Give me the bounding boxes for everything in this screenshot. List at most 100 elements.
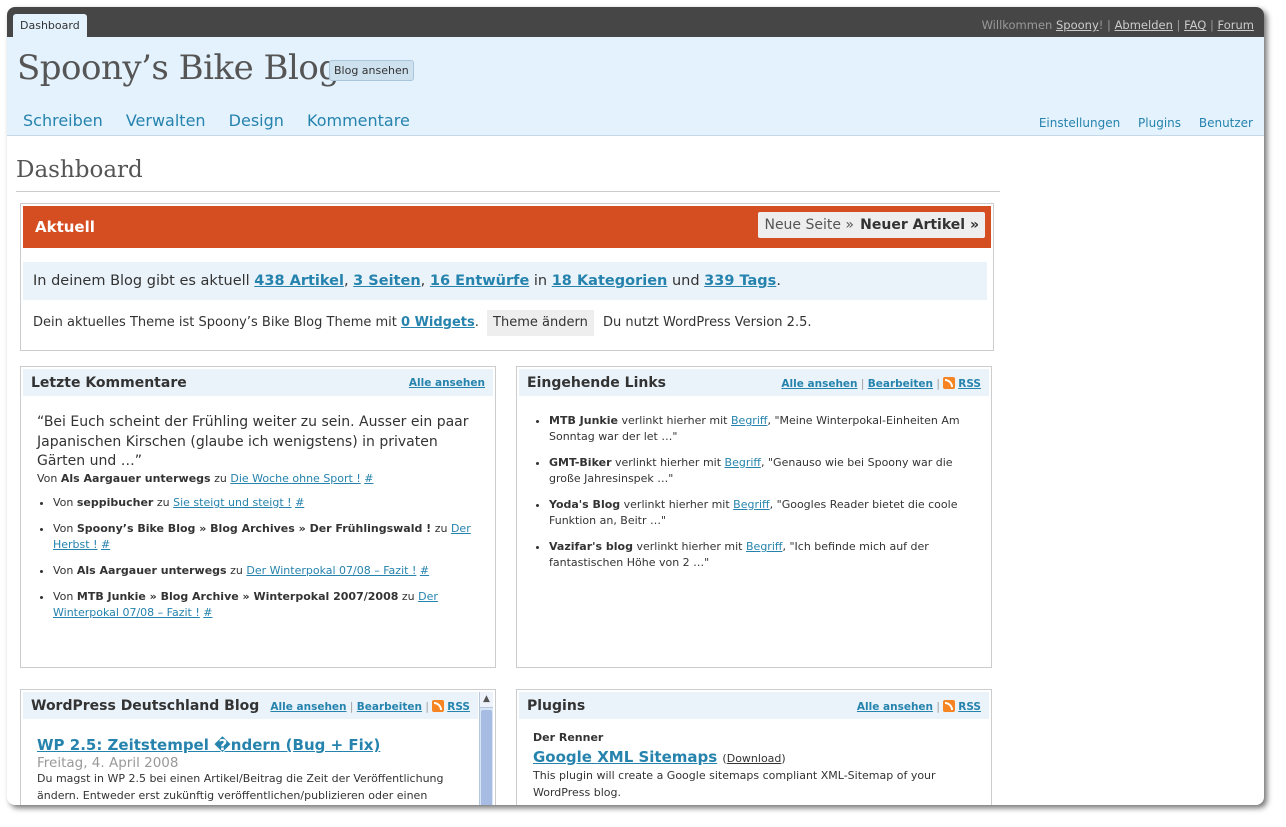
widget-title: WordPress Deutschland Blog [31,698,260,714]
comma: , [343,273,349,289]
widget-header: Plugins Alle ansehen | RSS [519,692,989,719]
zu-text: zu [156,496,170,509]
link-source: MTB Junkie [549,414,618,427]
user-info: Willkommen Spoony! | Abmelden | FAQ | Fo… [982,18,1254,32]
period: . [474,315,479,330]
term-link[interactable]: Begriff [733,498,769,511]
new-page-button[interactable]: Neue Seite » [758,212,860,238]
view-all-link[interactable]: Alle ansehen [857,701,933,713]
separator: | [349,701,354,713]
categories-count-link[interactable]: 18 Kategorien [552,273,668,289]
comment-author: Als Aargauer unterwegs [76,564,227,577]
term-link[interactable]: Begriff [725,456,761,469]
edit-link[interactable]: Bearbeiten [357,701,422,713]
comment-permalink[interactable]: # [364,472,373,485]
zu-text: zu [230,564,243,577]
subnav-item-einstellungen[interactable]: Einstellungen [1039,116,1120,130]
comment-post-link[interactable]: Die Woche ohne Sport ! [230,472,360,485]
aktuell-box: Aktuell Neue Seite » Neuer Artikel » In … [20,203,994,351]
link-mid-text: verlinkt hierher mit [636,540,743,553]
separator: | [860,378,865,390]
rss-link[interactable]: RSS [958,701,981,713]
version-text: Du nutzt WordPress Version 2.5. [602,315,812,330]
dashboard-tab[interactable]: Dashboard [13,14,87,37]
pages-count-link[interactable]: 3 Seiten [353,273,420,289]
von-text: Von [53,522,74,535]
list-item: MTB Junkie verlinkt hierher mit Begriff,… [549,413,979,444]
theme-text: Dein aktuelles Theme ist Spoony’s Bike B… [33,315,397,330]
widget-links: Alle ansehen | Bearbeiten | RSS [781,377,981,390]
new-post-button[interactable]: Neuer Artikel » [854,212,985,238]
nav-item-design[interactable]: Design [229,111,284,130]
news-post-title[interactable]: WP 2.5: Zeitstempel �ndern (Bug + Fix) [37,736,380,754]
comment-permalink[interactable]: # [295,496,304,509]
forum-link[interactable]: Forum [1218,18,1254,32]
list-item: Yoda's Blog verlinkt hierher mit Begriff… [549,497,979,528]
comment-permalink[interactable]: # [101,538,110,551]
widget-scrollbar[interactable]: ▲ [479,692,493,805]
paren-close: ) [781,752,786,765]
view-all-link[interactable]: Alle ansehen [781,378,857,390]
comment-author: Spoony’s Bike Blog » Blog Archives » Der… [76,522,432,535]
widget-header: Letzte Kommentare Alle ansehen [23,369,493,396]
separator: | [1210,18,1214,32]
rss-link[interactable]: RSS [447,701,470,713]
widget-links: Alle ansehen | Bearbeiten | RSS [270,700,470,713]
view-all-link[interactable]: Alle ansehen [270,701,346,713]
nav-item-verwalten[interactable]: Verwalten [126,111,206,130]
posts-count-link[interactable]: 438 Artikel [254,273,344,289]
list-item: Vazifar's blog verlinkt hierher mit Begr… [549,539,979,570]
sub-nav: Einstellungen Plugins Benutzer [1025,116,1253,130]
term-link[interactable]: Begriff [731,414,767,427]
subnav-item-plugins[interactable]: Plugins [1138,116,1181,130]
rss-icon[interactable] [943,377,956,389]
link-mid-text: verlinkt hierher mit [621,414,728,427]
widgets-link[interactable]: 0 Widgets [401,315,475,330]
latest-comment-meta: Von Als Aargauer unterwegs zu Die Woche … [37,472,373,485]
nav-item-kommentare[interactable]: Kommentare [307,111,410,130]
subnav-item-benutzer[interactable]: Benutzer [1199,116,1253,130]
edit-link[interactable]: Bearbeiten [868,378,933,390]
comment-post-link[interactable]: Sie steigt und steigt ! [173,496,291,509]
view-all-link[interactable]: Alle ansehen [409,377,485,389]
blog-title: Spoony’s Bike Blog [17,48,340,88]
aktuell-header: Aktuell Neue Seite » Neuer Artikel » [23,206,991,248]
separator: | [1107,18,1111,32]
comment-post-link[interactable]: Der Winterpokal 07/08 – Fazit ! [246,564,416,577]
username-link[interactable]: Spoony [1056,18,1099,32]
comment-permalink[interactable]: # [203,606,212,619]
comma: , [420,273,426,289]
comment-author: seppibucher [76,496,154,509]
zu-text: zu [434,522,448,535]
tags-count-link[interactable]: 339 Tags [704,273,776,289]
in-text: in [533,273,548,289]
comment-author: MTB Junkie » Blog Archive » Winterpokal … [76,590,399,603]
logout-link[interactable]: Abmelden [1115,18,1173,32]
wordpress-de-blog-widget: WordPress Deutschland Blog Alle ansehen … [20,689,496,805]
separator: | [936,701,940,713]
comment-permalink[interactable]: # [420,564,429,577]
separator: | [936,378,940,390]
browser-frame: Dashboard Willkommen Spoony! | Abmelden … [7,7,1264,805]
rss-icon[interactable] [432,700,445,712]
welcome-text: Willkommen [981,18,1053,32]
plugin-name-link[interactable]: Google XML Sitemaps [533,748,717,766]
widget-title: Plugins [527,698,586,714]
term-link[interactable]: Begriff [746,540,782,553]
scroll-thumb[interactable] [481,710,492,805]
faq-link[interactable]: FAQ [1184,18,1206,32]
rss-icon[interactable] [943,700,956,712]
nav-item-schreiben[interactable]: Schreiben [23,111,103,130]
list-item: GMT-Biker verlinkt hierher mit Begriff, … [549,455,979,486]
von-text: Von [37,472,58,485]
incoming-links-list: MTB Junkie verlinkt hierher mit Begriff,… [531,402,979,570]
scroll-up-icon[interactable]: ▲ [480,692,493,708]
link-mid-text: verlinkt hierher mit [615,456,722,469]
view-blog-button[interactable]: Blog ansehen [329,60,414,81]
change-theme-button[interactable]: Theme ändern [487,310,594,336]
plugin-download-link[interactable]: Download [727,752,782,765]
rss-link[interactable]: RSS [958,378,981,390]
plugins-widget: Plugins Alle ansehen | RSS Der Renner Go… [516,689,992,805]
drafts-count-link[interactable]: 16 Entwürfe [430,273,529,289]
widget-links: Alle ansehen [409,377,485,389]
